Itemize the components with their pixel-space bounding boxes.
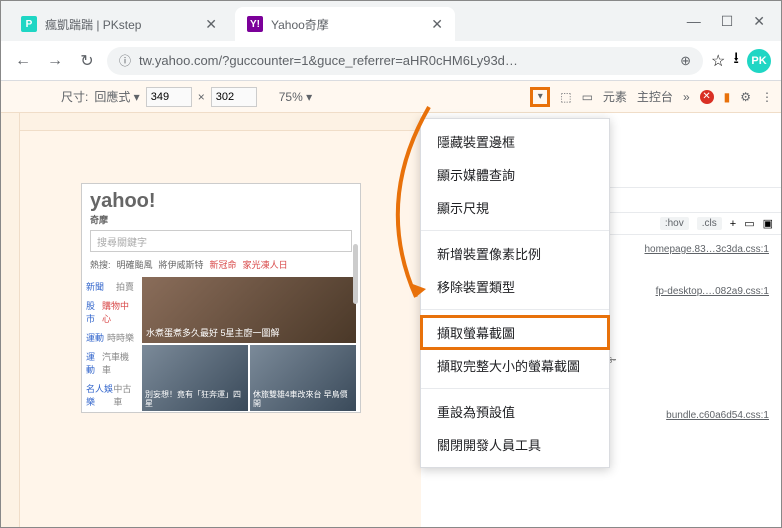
- yahoo-logo[interactable]: yahoo! 奇摩: [82, 184, 360, 226]
- dimension-separator: ×: [198, 90, 205, 104]
- ruler-horizontal: [1, 113, 421, 131]
- device-toggle-icon[interactable]: ▭: [582, 90, 593, 104]
- close-icon[interactable]: ✕: [431, 16, 443, 33]
- star-icon[interactable]: ☆: [711, 51, 725, 71]
- menu-item[interactable]: 重設為預設值: [421, 395, 609, 428]
- menu-item[interactable]: 顯示媒體查詢: [421, 158, 609, 191]
- nav-item[interactable]: 電影戲劇商城: [82, 411, 138, 413]
- device-preview-area: yahoo! 奇摩 搜尋關鍵字 熱搜: 明確颱風 將伊威斯特 新冠命 家光凍人日…: [1, 113, 421, 527]
- news-card[interactable]: 別妄想！竟有「狂奔運」四星: [142, 345, 248, 411]
- new-style-button[interactable]: +: [730, 218, 736, 230]
- hot-search-links: 熱搜: 明確颱風 將伊威斯特 新冠命 家光凍人日: [82, 256, 360, 277]
- search-input[interactable]: 搜尋關鍵字: [90, 230, 352, 252]
- translate-icon[interactable]: ⊕: [680, 53, 691, 69]
- menu-item[interactable]: 隱藏裝置邊框: [421, 125, 609, 158]
- device-options-menu-button[interactable]: ▾: [530, 87, 550, 107]
- favicon-icon: Y!: [247, 16, 263, 32]
- error-badge[interactable]: ✕: [700, 90, 714, 104]
- nav-item[interactable]: 運動汽車機車: [82, 347, 138, 379]
- url-bar: ← → ↻ ⓘ tw.yahoo.com/?guccounter=1&guce_…: [1, 41, 781, 81]
- device-toolbar: 尺寸: 回應式 ▾ × 75% ▾ ▾ ⬚ ▭ 元素 主控台 » ✕ ▮ ⚙ ⋮: [1, 81, 781, 113]
- profile-avatar[interactable]: PK: [747, 49, 771, 73]
- back-button[interactable]: ←: [11, 49, 35, 73]
- settings-icon[interactable]: ⚙: [740, 90, 751, 104]
- favicon-icon: P: [21, 16, 37, 32]
- news-card[interactable]: 休旅雙雄4車改來台 早鳥價開: [250, 345, 356, 411]
- zoom-select[interactable]: 75% ▾: [279, 90, 312, 104]
- category-nav: 新聞拍賣 股市購物中心 運動時時樂 運動汽車機車 名人娛樂中古車 電影戲劇商城 …: [82, 277, 138, 413]
- more-tabs-icon[interactable]: »: [683, 90, 690, 104]
- console-tab[interactable]: 主控台: [637, 88, 673, 105]
- news-card[interactable]: 水煮蛋煮多久最好 5星主廚一圖解: [142, 277, 356, 343]
- tab-title: Yahoo奇摩: [271, 16, 329, 33]
- download-icon[interactable]: ⭳: [733, 47, 739, 74]
- inspect-icon[interactable]: ⬚: [560, 90, 571, 104]
- menu-item[interactable]: 新增裝置像素比例: [421, 237, 609, 270]
- hov-toggle[interactable]: :hov: [660, 217, 689, 230]
- nav-item[interactable]: 名人娛樂中古車: [82, 379, 138, 411]
- menu-item[interactable]: 關閉開發人員工具: [421, 428, 609, 461]
- reload-button[interactable]: ↻: [75, 49, 99, 73]
- warning-icon[interactable]: ▮: [724, 90, 731, 104]
- menu-item[interactable]: 擷取螢幕截圖: [421, 316, 609, 349]
- dimensions-label: 尺寸:: [61, 88, 88, 105]
- nav-item[interactable]: 股市購物中心: [82, 296, 138, 328]
- menu-item[interactable]: 顯示尺規: [421, 191, 609, 224]
- window-minimize-button[interactable]: —: [687, 13, 701, 30]
- forward-button[interactable]: →: [43, 49, 67, 73]
- computed-icon[interactable]: ▭: [744, 217, 754, 230]
- device-options-menu: 隱藏裝置邊框顯示媒體查詢顯示尺規新增裝置像素比例移除裝置類型擷取螢幕截圖擷取完整…: [420, 118, 610, 468]
- mobile-preview[interactable]: yahoo! 奇摩 搜尋關鍵字 熱搜: 明確颱風 將伊威斯特 新冠命 家光凍人日…: [81, 183, 361, 413]
- elements-tab[interactable]: 元素: [603, 88, 627, 105]
- window-close-button[interactable]: ✕: [753, 13, 765, 30]
- device-mode-select[interactable]: 回應式 ▾: [94, 88, 139, 105]
- more-icon[interactable]: ⋮: [761, 90, 773, 104]
- tab-title: 瘋凱踹踹 | PKstep: [45, 16, 141, 33]
- width-input[interactable]: [146, 87, 192, 107]
- height-input[interactable]: [211, 87, 257, 107]
- close-icon[interactable]: ✕: [205, 16, 217, 33]
- browser-tab-1[interactable]: P 瘋凱踹踹 | PKstep ✕: [9, 7, 229, 41]
- titlebar: P 瘋凱踹踹 | PKstep ✕ Y! Yahoo奇摩 ✕ — ☐ ✕: [1, 1, 781, 41]
- box-model-icon[interactable]: ▣: [763, 217, 773, 230]
- nav-item[interactable]: 運動時時樂: [82, 328, 138, 347]
- cls-toggle[interactable]: .cls: [697, 217, 722, 230]
- site-info-icon[interactable]: ⓘ: [119, 52, 131, 69]
- browser-tab-2-active[interactable]: Y! Yahoo奇摩 ✕: [235, 7, 455, 41]
- nav-item[interactable]: 新聞拍賣: [82, 277, 138, 296]
- url-text: tw.yahoo.com/?guccounter=1&guce_referrer…: [139, 53, 518, 68]
- address-bar[interactable]: ⓘ tw.yahoo.com/?guccounter=1&guce_referr…: [107, 47, 703, 75]
- menu-item[interactable]: 移除裝置類型: [421, 270, 609, 303]
- scrollbar[interactable]: [353, 244, 358, 304]
- window-maximize-button[interactable]: ☐: [721, 13, 734, 30]
- menu-item[interactable]: 擷取完整大小的螢幕截圖: [421, 349, 609, 382]
